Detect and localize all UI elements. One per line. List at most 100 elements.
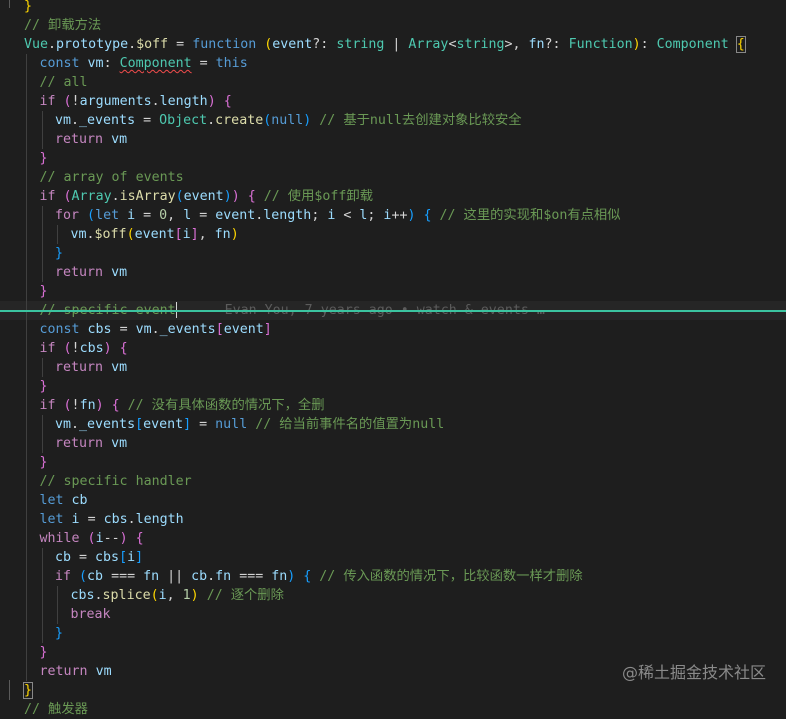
code-line[interactable]: } (0, 244, 786, 263)
code-token: // 给当前事件名的值置为null (255, 417, 445, 432)
code-token: isArray (119, 189, 176, 204)
code-token: // 传入函数的情况下，比较函数一样才删除 (319, 569, 583, 584)
code-line[interactable]: // all (0, 73, 786, 92)
code-token: = (168, 37, 193, 52)
code-token: === (103, 569, 144, 584)
indent-guide (26, 244, 27, 263)
code-token: splice (102, 588, 151, 603)
code-line[interactable]: vm._events = Object.create(null) // 基于nu… (0, 111, 786, 130)
code-token: vm (111, 360, 128, 375)
indent-guide (26, 396, 27, 415)
code-token: i (127, 550, 136, 565)
code-token: , (167, 208, 184, 223)
code-line[interactable]: vm.$off(event[i], fn) (0, 225, 786, 244)
code-line[interactable]: const vm: Component = this (0, 54, 786, 73)
code-token: ( (150, 588, 159, 603)
code-token: _events (79, 113, 136, 128)
code-token: $off (94, 227, 127, 242)
code-line[interactable]: vm._events[event] = null // 给当前事件名的值置为nu… (0, 415, 786, 434)
code-token: -- (103, 531, 120, 546)
code-line[interactable]: return vm (0, 130, 786, 149)
code-line[interactable]: for (let i = 0, l = event.length; i < l;… (0, 206, 786, 225)
code-line[interactable]: return vm (0, 358, 786, 377)
code-line[interactable]: } (0, 282, 786, 301)
indent-guide (26, 130, 27, 149)
code-line[interactable]: let cb (0, 491, 786, 510)
code-token: _events (159, 322, 216, 337)
code-token: ) (103, 341, 112, 356)
code-token: ( (175, 189, 184, 204)
code-token: let (39, 512, 64, 527)
code-token: string (336, 37, 385, 52)
bracket-pair-guide (9, 680, 10, 700)
code-text: // array of events (40, 168, 184, 187)
code-token: [ (135, 417, 144, 432)
indent-guide (26, 149, 27, 168)
code-line[interactable]: // 卸载方法 (0, 16, 786, 35)
code-line[interactable]: } (0, 453, 786, 472)
code-line[interactable]: } (0, 149, 786, 168)
code-line[interactable]: if (cb === fn || cb.fn === fn) { // 传入函数… (0, 567, 786, 586)
code-line[interactable]: } (0, 681, 786, 700)
code-token: function (192, 37, 257, 52)
code-text: } (40, 453, 48, 472)
code-token: cbs (103, 512, 128, 527)
code-token: ( (79, 569, 88, 584)
code-text: // 触发器 (24, 700, 88, 719)
code-line[interactable]: if (Array.isArray(event)) { // 使用$off卸载 (0, 187, 786, 206)
code-line[interactable]: if (!fn) { // 没有具体函数的情况下，全删 (0, 396, 786, 415)
code-token: cb (55, 550, 72, 565)
code-text: while (i--) { (40, 529, 144, 548)
code-line[interactable]: } (0, 0, 786, 16)
code-line[interactable]: } (0, 377, 786, 396)
code-token: vm (135, 322, 152, 337)
code-token: Component (656, 37, 729, 52)
indent-guide (26, 282, 27, 301)
code-token: . (151, 322, 160, 337)
code-token: ) (119, 531, 128, 546)
code-line[interactable]: while (i--) { (0, 529, 786, 548)
code-token: ! (71, 398, 80, 413)
code-token: vm (95, 664, 112, 679)
code-line[interactable]: return vm (0, 434, 786, 453)
code-line[interactable]: // 触发器 (0, 700, 786, 719)
code-line[interactable]: break (0, 605, 786, 624)
code-token: { (119, 341, 128, 356)
code-token: length (159, 94, 208, 109)
code-token: { (111, 398, 120, 413)
code-line[interactable]: // specific handler (0, 472, 786, 491)
code-line[interactable]: cbs.splice(i, 1) // 逐个删除 (0, 586, 786, 605)
code-line[interactable]: } (0, 624, 786, 643)
code-token: $off (136, 37, 169, 52)
code-line[interactable]: return vm (0, 263, 786, 282)
code-text: vm._events[event] = null // 给当前事件名的值置为nu… (55, 415, 444, 434)
code-text: // 卸载方法 (24, 16, 101, 35)
code-line[interactable]: let i = cbs.length (0, 510, 786, 529)
code-token: Vue (24, 37, 49, 52)
code-token: _events (79, 417, 136, 432)
indent-guide (26, 73, 27, 92)
code-token: vm (111, 436, 128, 451)
code-line[interactable]: // array of events (0, 168, 786, 187)
code-token: // 没有具体函数的情况下，全删 (127, 398, 325, 413)
indent-guide (26, 624, 27, 643)
code-line[interactable]: Vue.prototype.$off = function (event?: s… (0, 35, 786, 54)
code-editor[interactable]: }// 卸载方法 Vue.prototype.$off = function (e… (0, 0, 786, 719)
indent-guide (41, 548, 43, 567)
code-token: ( (63, 341, 72, 356)
code-token: // 逐个删除 (206, 588, 284, 603)
code-token: let (39, 493, 64, 508)
indent-guide (26, 662, 27, 681)
code-line[interactable]: if (!cbs) { (0, 339, 786, 358)
code-token: === (231, 569, 272, 584)
code-line[interactable]: if (!arguments.length) { (0, 92, 786, 111)
code-token: arguments (79, 94, 152, 109)
code-line[interactable]: cb = cbs[i] (0, 548, 786, 567)
code-line[interactable]: const cbs = vm._events[event] (0, 320, 786, 339)
